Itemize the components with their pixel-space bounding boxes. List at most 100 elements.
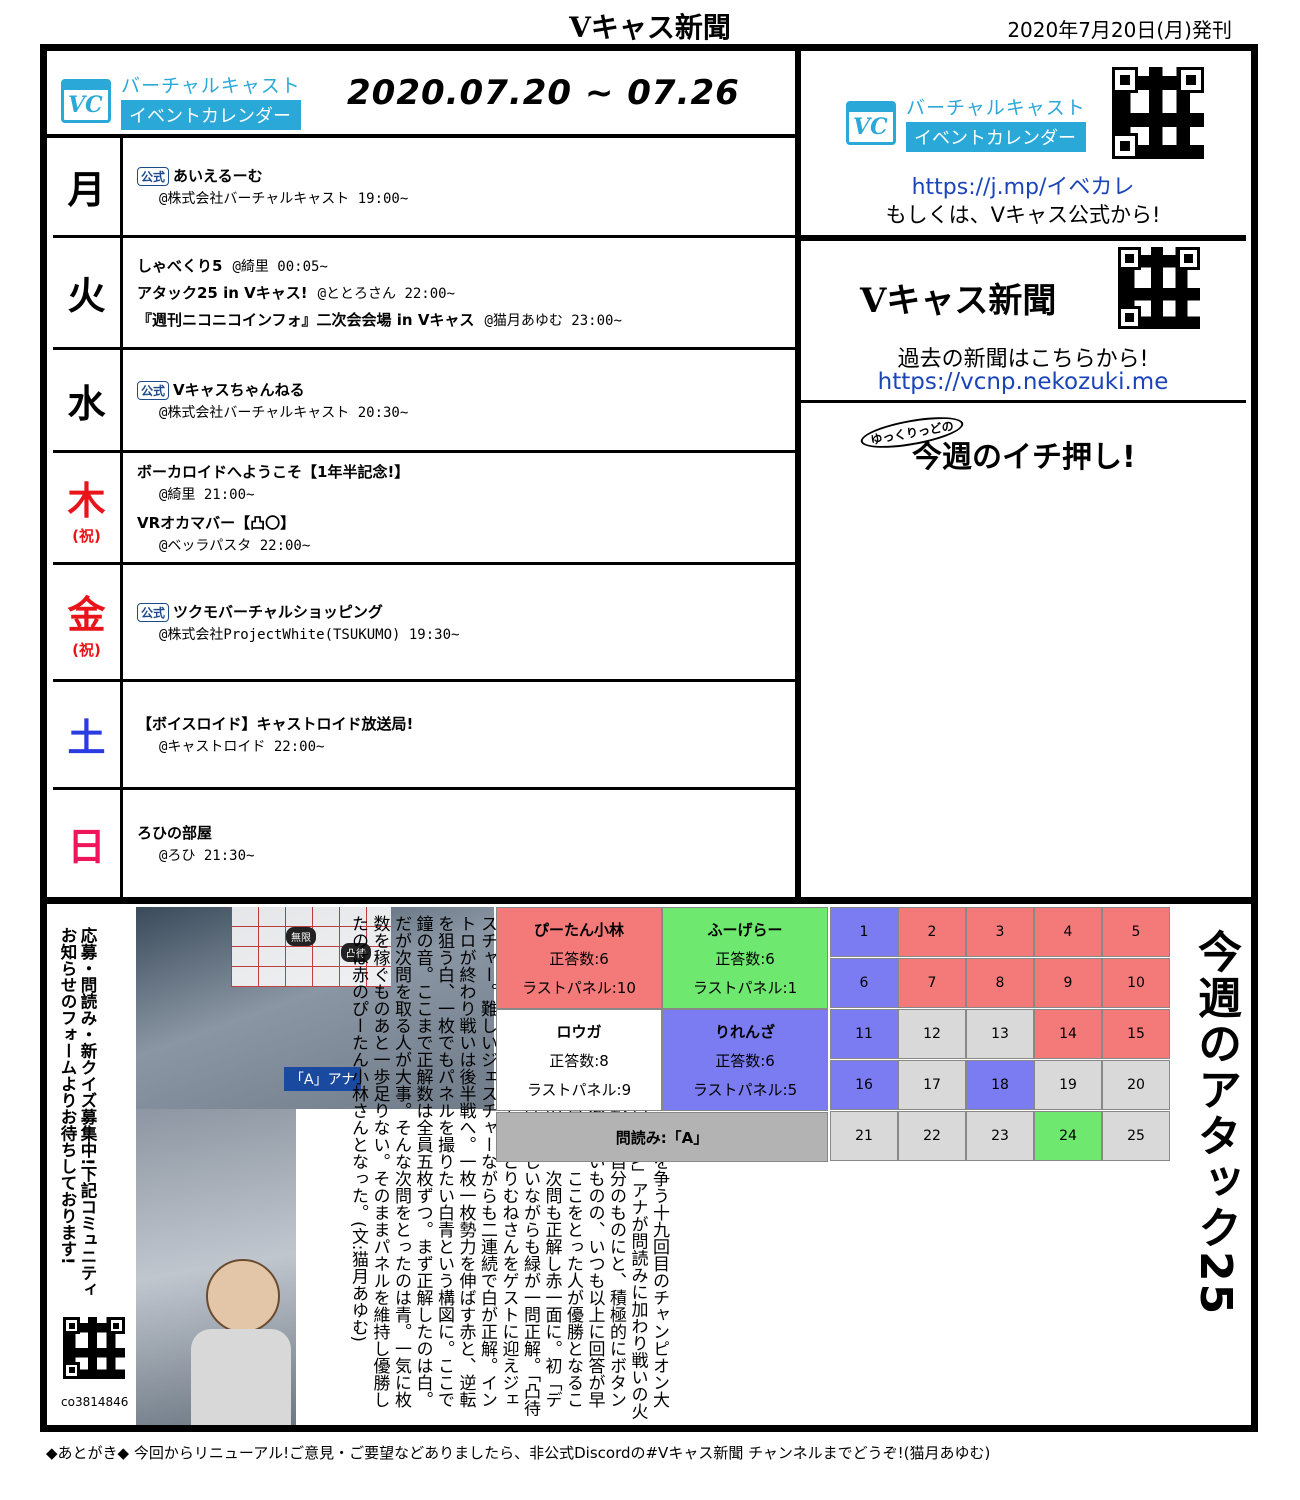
calendar-link-box: VC バーチャルキャスト イベントカレンダー https://j.mp/イベカレ… <box>800 51 1246 238</box>
event-title: しゃべくり5 <box>137 257 223 275</box>
event-item[interactable]: しゃべくり5 @綺里 00:05~ <box>137 255 795 276</box>
calendar-url[interactable]: https://j.mp/イベカレ <box>800 169 1246 201</box>
attack-panel: 8 <box>966 958 1034 1008</box>
event-host-time: @株式会社ProjectWhite(TSUKUMO) 19:30~ <box>159 626 460 643</box>
day-row: 日 ろひの部屋 @ろひ 21:30~ <box>53 790 795 897</box>
paper-url[interactable]: https://vcnp.nekozuki.me <box>800 369 1246 395</box>
player-name: ぴーたん小林 <box>533 920 624 939</box>
attack-panel: 10 <box>1102 958 1170 1008</box>
event-item[interactable]: 公式 Vキャスちゃんねる <box>137 379 795 400</box>
player-score-cell: ふーげらー正答数:6 ラストパネル:1 <box>662 907 828 1009</box>
event-item[interactable]: 公式 ツクモバーチャルショッピング <box>137 601 795 622</box>
paper-title: Vキャス新聞 <box>860 281 1057 321</box>
day-events: しゃべくり5 @綺里 00:05~ アタック25 in Vキャス! @ととろさん 22… <box>137 238 795 347</box>
event-item[interactable]: ろひの部屋 <box>137 822 795 843</box>
event-host-time: @ろひ 21:30~ <box>159 848 255 864</box>
event-host-time: @ベッラパスタ 22:00~ <box>159 537 311 554</box>
player-last-panel: ラストパネル:5 <box>692 1080 798 1099</box>
player-last-panel: ラストパネル:1 <box>692 978 798 997</box>
week-range: 2020.07.20 ~ 07.26 <box>347 73 740 113</box>
player-correct-count: 正答数:6 <box>715 949 775 968</box>
day-label: 水 <box>53 350 123 450</box>
player-score-cell: ぴーたん小林 正答数:6 ラストパネル:10 <box>496 907 662 1009</box>
event-item[interactable]: 【ボイスロイド】キャストロイド放送局! <box>137 713 795 734</box>
vc-logo-icon: VC <box>61 78 111 123</box>
day-events: 公式 Vキャスちゃんねる @株式会社バーチャルキャスト 20:30~ <box>137 350 795 450</box>
afterword: ◆あとがき◆ 今回からリニューアル!ご意見・ご要望などありましたら、非公式Dis… <box>46 1444 991 1462</box>
day-events: 公式 あいえるーむ @株式会社バーチャルキャスト 19:00~ <box>137 138 795 235</box>
player-correct-count: 正答数:8 <box>549 1051 609 1070</box>
avatar-body <box>191 1329 291 1425</box>
attack-panel: 1 <box>830 907 898 957</box>
player-last-panel: ラストパネル:10 <box>522 978 636 997</box>
day-label: 日 <box>53 790 123 897</box>
official-badge: 公式 <box>137 167 170 186</box>
day-row: 月 公式 あいえるーむ @株式会社バーチャルキャスト 19:00~ <box>53 138 795 238</box>
event-title: 【ボイスロイド】キャストロイド放送局! <box>137 715 414 733</box>
event-item[interactable]: 公式 あいえるーむ <box>137 165 795 186</box>
event-host-time: @株式会社バーチャルキャスト 19:00~ <box>159 191 409 207</box>
attack-panel: 22 <box>898 1111 966 1161</box>
issue-date: 2020年7月20日(月)発刊 <box>1007 18 1232 42</box>
player-last-panel: ラストパネル:9 <box>526 1080 632 1099</box>
pick-title: 今週のイチ押し! <box>912 440 1136 475</box>
attack-panel: 7 <box>898 958 966 1008</box>
event-title: あいえるーむ <box>173 167 263 185</box>
community-qr-code[interactable] <box>63 1317 125 1379</box>
day-row: 金 (祝) 公式 ツクモバーチャルショッピング @株式会社ProjectWhite(TS… <box>53 565 795 682</box>
paper-qr-code[interactable] <box>1118 247 1200 329</box>
day-label: 月 <box>53 138 123 235</box>
day-row: 火 しゃべくり5 @綺里 00:05~ アタック25 in Vキャス! @ととろさん 2… <box>53 238 795 350</box>
event-item[interactable]: ボーカロイドへようこそ【1年半記念!】 <box>137 461 795 482</box>
calendar-qr-code[interactable] <box>1112 67 1204 159</box>
event-host-time: @キャストロイド 22:00~ <box>159 739 325 755</box>
attack-panel: 13 <box>966 1009 1034 1059</box>
attack25-section: 応募・問読み・新クイズ募集中!下記コミュニティお知らせのフォームよりお待ちしてお… <box>47 907 1251 1426</box>
event-item[interactable]: VRオカマバー【凸〇】 <box>137 512 795 533</box>
player-name: ふーげらー <box>707 920 783 939</box>
day-char: 火 <box>67 274 106 318</box>
attack-panel: 3 <box>966 907 1034 957</box>
event-title: ろひの部屋 <box>137 824 213 842</box>
calendar-header: VC バーチャルキャスト イベントカレンダー 2020.07.20 ~ 07.2… <box>47 51 795 138</box>
event-host-time: @株式会社バーチャルキャスト 20:30~ <box>159 404 409 421</box>
event-host-time: @ととろさん 22:00~ <box>317 286 456 302</box>
attack-panel: 17 <box>898 1060 966 1110</box>
attack-panel: 24 <box>1034 1111 1102 1161</box>
day-row: 水 公式 Vキャスちゃんねる @株式会社バーチャルキャスト 20:30~ <box>53 350 795 453</box>
day-char: 金 <box>67 593 106 637</box>
attack-panel: 20 <box>1102 1060 1170 1110</box>
day-label: 土 <box>53 682 123 787</box>
event-host-time: @綺里 00:05~ <box>232 259 328 275</box>
avatar-face <box>206 1259 280 1333</box>
day-char: 日 <box>67 825 106 869</box>
recruit-text: 応募・問読み・新クイズ募集中!下記コミュニティお知らせのフォームよりお待ちしてお… <box>58 927 97 1298</box>
event-item[interactable]: 『週刊ニコニコインフォ』二次会会場 in Vキャス @猫月あゆむ 23:00~ <box>137 309 795 330</box>
attack-panel: 15 <box>1102 1009 1170 1059</box>
logo-line2: イベントカレンダー <box>121 100 301 130</box>
event-title: ツクモバーチャルショッピング <box>173 602 383 621</box>
player-correct-count: 正答数:6 <box>549 949 609 968</box>
day-char: 月 <box>67 168 106 212</box>
reader-cell: 問読み:「A」 <box>496 1112 828 1162</box>
vc-logo-icon: VC <box>846 100 896 145</box>
attack-panel: 16 <box>830 1060 898 1110</box>
attack-panel: 12 <box>898 1009 966 1059</box>
day-events: 公式 ツクモバーチャルショッピング @株式会社ProjectWhite(TSUKUM… <box>137 565 795 679</box>
pick-of-week-box: ゆっくりっどの 今週のイチ押し! <box>800 406 1246 897</box>
official-badge: 公式 <box>137 602 170 622</box>
event-title: Vキャスちゃんねる <box>173 380 305 399</box>
day-events: ボーカロイドへようこそ【1年半記念!】 @綺里 21:00~ VRオカマバー【凸〇】… <box>137 453 795 562</box>
event-title: アタック25 in Vキャス! <box>137 284 308 302</box>
community-id[interactable]: co3814846 <box>61 1395 128 1409</box>
event-item[interactable]: アタック25 in Vキャス! @ととろさん 22:00~ <box>137 282 795 303</box>
event-title: VRオカマバー【凸〇】 <box>137 513 296 532</box>
winner-photo <box>136 1109 296 1425</box>
attack-panel: 23 <box>966 1111 1034 1161</box>
day-label: 火 <box>53 238 123 347</box>
attack-panel: 5 <box>1102 907 1170 957</box>
official-badge: 公式 <box>137 380 170 400</box>
attack-panel: 21 <box>830 1111 898 1161</box>
event-calendar-logo-small: VC バーチャルキャスト イベントカレンダー <box>846 93 1086 152</box>
attack-panel: 14 <box>1034 1009 1102 1059</box>
